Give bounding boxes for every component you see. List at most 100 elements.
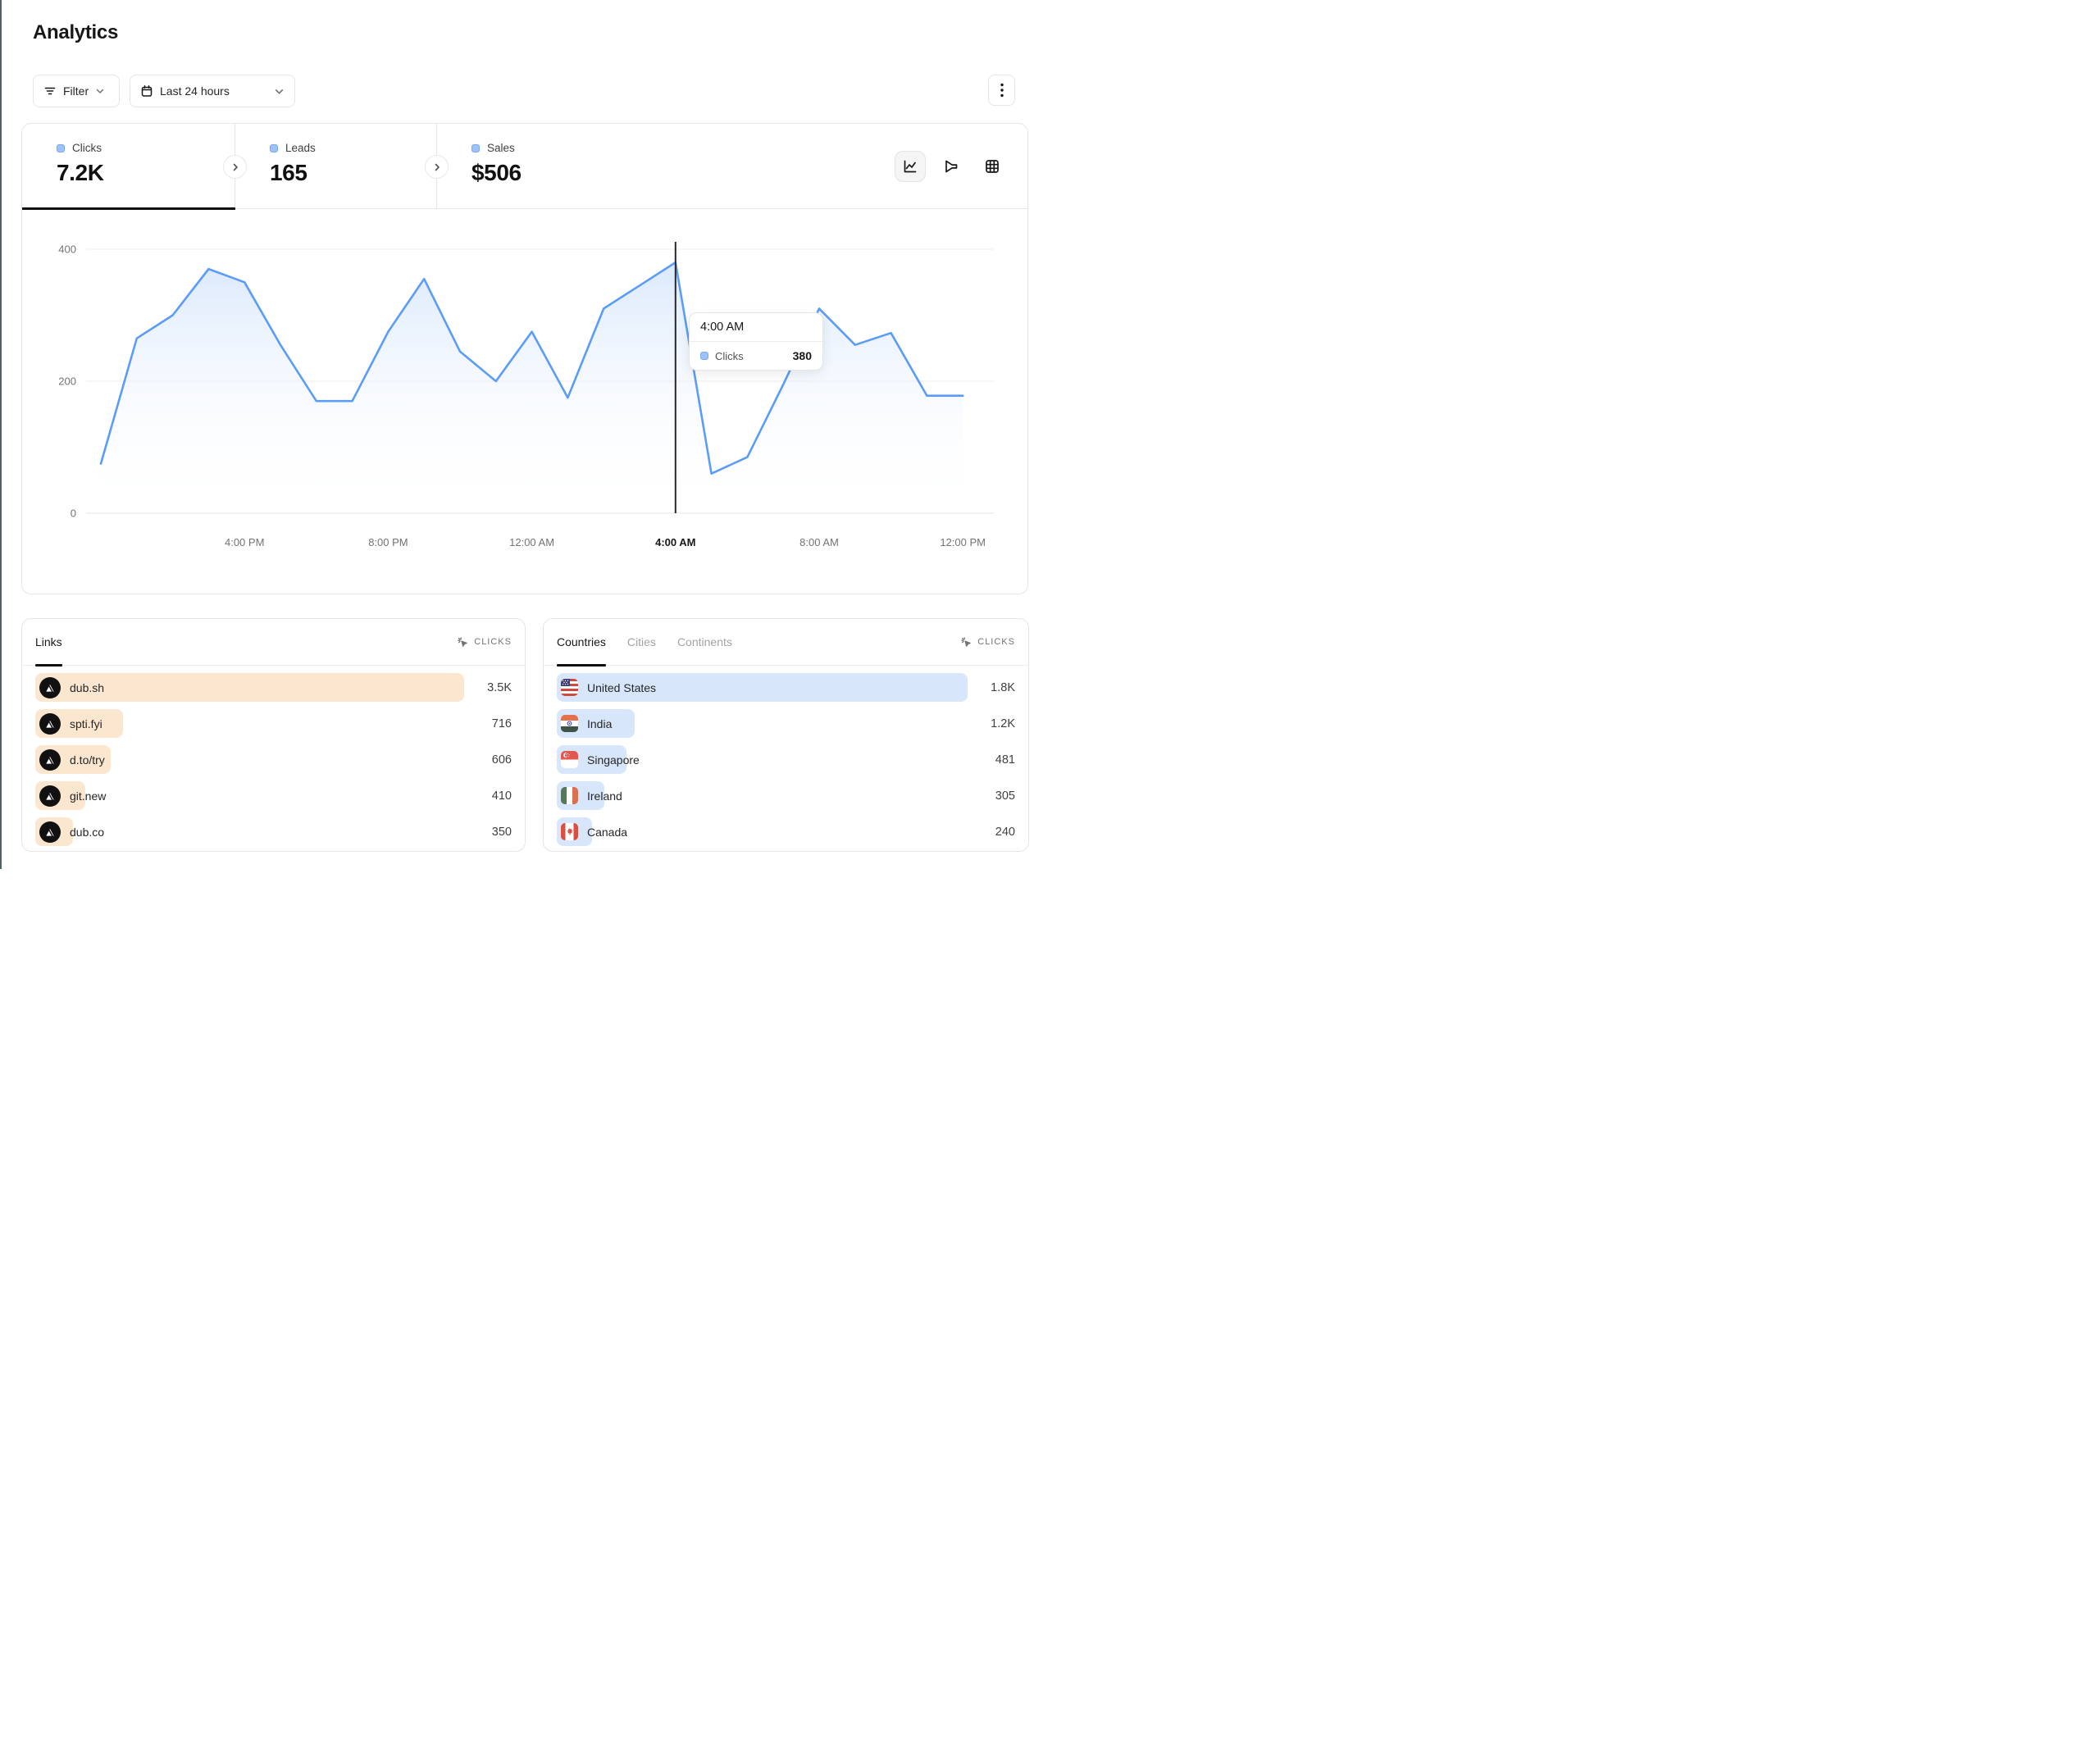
filter-lines-icon bbox=[43, 84, 57, 98]
leads-tab-label: Leads bbox=[285, 142, 316, 154]
date-range-label: Last 24 hours bbox=[160, 84, 230, 98]
sales-value: $506 bbox=[471, 160, 639, 186]
link-row-git-new[interactable]: git.new 410 bbox=[35, 781, 512, 810]
chevron-right-icon bbox=[230, 162, 240, 172]
row-value: 1.8K bbox=[991, 673, 1015, 702]
links-metric-label: CLICKS bbox=[474, 637, 512, 647]
row-value: 716 bbox=[492, 709, 512, 738]
svg-text:8:00 PM: 8:00 PM bbox=[368, 536, 408, 548]
svg-text:400: 400 bbox=[58, 243, 76, 256]
svg-text:200: 200 bbox=[58, 375, 76, 388]
leads-legend-swatch bbox=[270, 144, 278, 152]
chart-tooltip: 4:00 AM Clicks 380 bbox=[689, 312, 823, 371]
geo-tabs: Countries Cities Continents bbox=[557, 619, 732, 666]
svg-text:4:00 AM: 4:00 AM bbox=[655, 536, 695, 548]
svg-text:8:00 AM: 8:00 AM bbox=[799, 536, 839, 548]
date-range-button[interactable]: Last 24 hours bbox=[130, 75, 295, 107]
links-list: dub.sh 3.5K spti.fyi 716 d.to/try 606 git.n… bbox=[22, 666, 525, 846]
row-value: 1.2K bbox=[991, 709, 1015, 738]
row-label: Ireland bbox=[587, 789, 622, 803]
line-chart-icon bbox=[902, 158, 918, 175]
link-row-dub-co[interactable]: dub.co350 bbox=[35, 817, 512, 846]
ca-flag-icon bbox=[561, 823, 578, 840]
tab-cities[interactable]: Cities bbox=[627, 619, 656, 666]
clicks-value: 7.2K bbox=[57, 160, 235, 186]
svg-text:12:00 PM: 12:00 PM bbox=[940, 536, 986, 548]
countries-panel: Countries Cities Continents CLICKS United … bbox=[543, 618, 1029, 852]
tab-countries[interactable]: Countries bbox=[557, 619, 606, 666]
chart-canvas: 400 200 0 4:00 PM 8:00 PM 12:00 AM 4:00 AM 8:0… bbox=[22, 209, 1029, 570]
tab-links[interactable]: Links bbox=[35, 619, 62, 666]
links-metric-header[interactable]: CLICKS bbox=[457, 636, 512, 648]
link-row-spti-fyi[interactable]: spti.fyi 716 bbox=[35, 709, 512, 738]
cursor-click-icon bbox=[457, 636, 469, 648]
expand-clicks-chevron-button[interactable] bbox=[223, 155, 247, 179]
filter-button[interactable]: Filter bbox=[33, 75, 120, 107]
row-value: 410 bbox=[492, 781, 512, 810]
filter-button-label: Filter bbox=[63, 84, 89, 98]
country-row-canada[interactable]: Canada 240 bbox=[557, 817, 1015, 846]
row-label: dub.co bbox=[70, 826, 104, 839]
row-label: d.to/try bbox=[70, 753, 105, 767]
link-row-d-to-try[interactable]: d.to/try 606 bbox=[35, 745, 512, 774]
table-view-button[interactable] bbox=[977, 151, 1008, 182]
tab-sales[interactable]: Sales $506 bbox=[437, 124, 639, 209]
row-value: 240 bbox=[995, 817, 1015, 846]
row-value: 305 bbox=[995, 781, 1015, 810]
links-panel: Links CLICKS dub.sh 3.5K spti.fyi 716 d.to… bbox=[21, 618, 526, 852]
row-value: 3.5K bbox=[487, 673, 512, 702]
svg-text:12:00 AM: 12:00 AM bbox=[509, 536, 554, 548]
link-row-dub-sh[interactable]: dub.sh 3.5K bbox=[35, 673, 512, 702]
tab-clicks[interactable]: Clicks 7.2K bbox=[22, 124, 235, 209]
funnel-view-button[interactable] bbox=[936, 151, 967, 182]
leads-value: 165 bbox=[270, 160, 436, 186]
country-row-ireland[interactable]: Ireland 305 bbox=[557, 781, 1015, 810]
chevron-right-icon bbox=[432, 162, 442, 172]
calendar-icon bbox=[140, 84, 153, 98]
tooltip-time: 4:00 AM bbox=[690, 313, 822, 342]
kebab-menu-icon bbox=[1000, 83, 1004, 98]
tab-leads[interactable]: Leads 165 bbox=[235, 124, 437, 209]
row-label: spti.fyi bbox=[70, 717, 102, 730]
links-tab-label: Links bbox=[35, 635, 62, 648]
row-value: 606 bbox=[492, 745, 512, 774]
row-label: dub.sh bbox=[70, 681, 104, 694]
dub-logo-icon bbox=[39, 821, 61, 843]
country-row-india[interactable]: India 1.2K bbox=[557, 709, 1015, 738]
dub-logo-icon bbox=[39, 677, 61, 698]
tooltip-series-label: Clicks bbox=[715, 350, 744, 362]
tab-continents[interactable]: Continents bbox=[677, 619, 732, 666]
screen-edge-line bbox=[0, 0, 2, 869]
chart-view-switcher bbox=[895, 151, 1008, 182]
clicks-area-chart[interactable]: 400 200 0 4:00 PM 8:00 PM 12:00 AM 4:00 AM 8:0… bbox=[22, 209, 1029, 570]
clicks-legend-swatch bbox=[57, 144, 65, 152]
page-title: Analytics bbox=[33, 21, 118, 44]
country-row-singapore[interactable]: Singapore481 bbox=[557, 745, 1015, 774]
chevron-down-icon bbox=[274, 86, 285, 97]
dub-logo-icon bbox=[39, 785, 61, 807]
analytics-card: Clicks 7.2K Leads 165 Sales $506 bbox=[21, 123, 1028, 594]
stats-tabs-row: Clicks 7.2K Leads 165 Sales $506 bbox=[22, 124, 1027, 209]
sg-flag-icon bbox=[561, 751, 578, 768]
row-label: India bbox=[587, 717, 612, 730]
table-grid-icon bbox=[984, 158, 1000, 175]
ie-flag-icon bbox=[561, 787, 578, 804]
row-label: git.new bbox=[70, 789, 106, 803]
svg-text:4:00 PM: 4:00 PM bbox=[225, 536, 264, 548]
expand-leads-chevron-button[interactable] bbox=[425, 155, 449, 179]
clicks-tab-label: Clicks bbox=[72, 142, 102, 154]
more-options-button[interactable] bbox=[988, 75, 1015, 106]
cursor-click-icon bbox=[960, 636, 973, 648]
geo-metric-header[interactable]: CLICKS bbox=[960, 636, 1015, 648]
line-chart-view-button[interactable] bbox=[895, 151, 926, 182]
dub-logo-icon bbox=[39, 749, 61, 771]
us-flag-icon bbox=[561, 679, 578, 696]
sales-legend-swatch bbox=[471, 144, 480, 152]
row-label: United States bbox=[587, 681, 656, 694]
countries-list: United States 1.8K India 1.2K Singapore481… bbox=[544, 666, 1028, 846]
country-row-united-states[interactable]: United States 1.8K bbox=[557, 673, 1015, 702]
svg-text:0: 0 bbox=[71, 507, 76, 520]
tooltip-legend-swatch bbox=[700, 352, 708, 360]
row-label: Canada bbox=[587, 826, 627, 839]
row-label: Singapore bbox=[587, 753, 640, 767]
